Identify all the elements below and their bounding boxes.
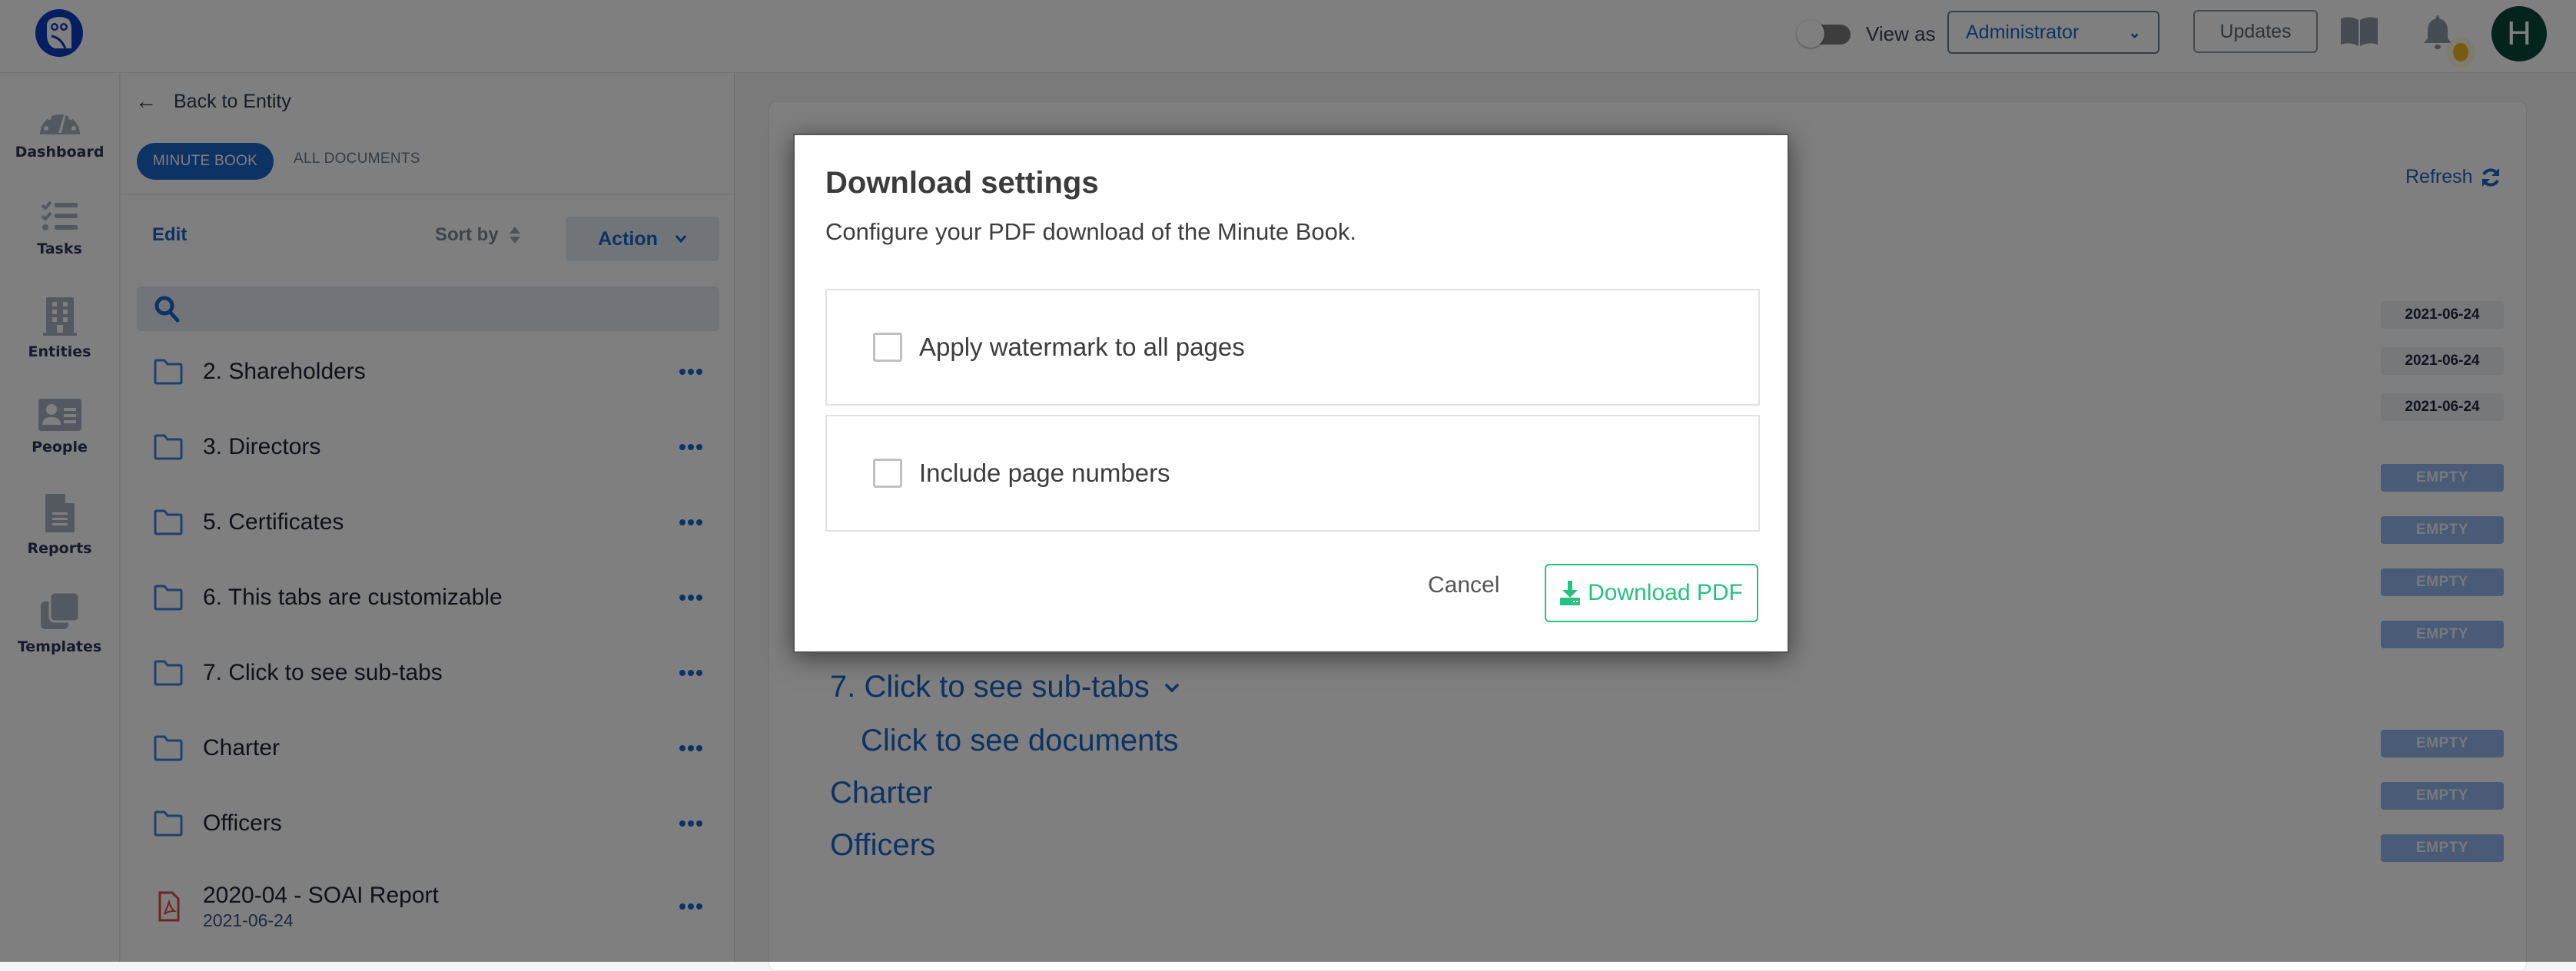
download-pdf-button[interactable]: Download PDF xyxy=(1545,564,1758,622)
download-settings-modal: Download settings Configure your PDF dow… xyxy=(793,134,1789,653)
page-numbers-label: Include page numbers xyxy=(919,459,1170,487)
download-icon xyxy=(1560,581,1581,605)
watermark-label: Apply watermark to all pages xyxy=(919,333,1245,361)
page-numbers-checkbox[interactable] xyxy=(873,459,902,488)
modal-subtitle: Configure your PDF download of the Minut… xyxy=(825,218,1356,245)
cancel-button[interactable]: Cancel xyxy=(1423,572,1504,599)
watermark-option[interactable]: Apply watermark to all pages xyxy=(825,289,1760,406)
page-numbers-option[interactable]: Include page numbers xyxy=(825,415,1760,532)
watermark-checkbox[interactable] xyxy=(873,333,902,362)
download-pdf-label: Download PDF xyxy=(1588,580,1743,605)
modal-title: Download settings xyxy=(825,166,1099,200)
